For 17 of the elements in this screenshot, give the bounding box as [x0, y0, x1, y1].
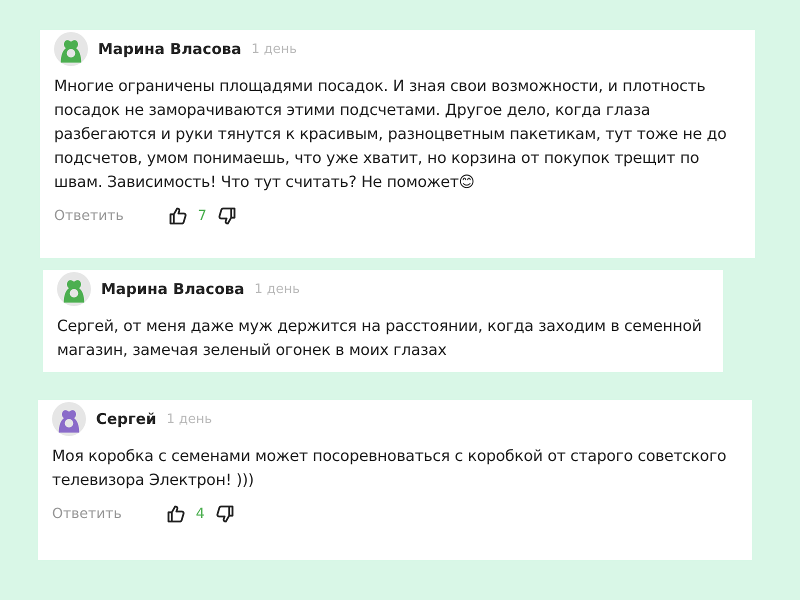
- comment-time: 1 день: [166, 412, 212, 426]
- comment-text: Сергей, от меня даже муж держится на расстоянии, когда заходим в семенной магазин, замечая зеленый огонек в моих глазах: [57, 316, 703, 361]
- comment-text: Многие ограничены площадями посадок. И зная свои возможности, и плотность посадок не заморачиваются этими подсчетами. Другое дело, когда глаза разбегаются и руки тянутся к красивым, разноцветным пакетикам, тут тоже не до подсчетов, умом понимаешь, что уже хватит, но корзина от покупок трещит по швам. Зависимость! Что тут считать? Не поможет😊: [54, 76, 728, 193]
- thumbs-up-icon[interactable]: [168, 206, 188, 226]
- thumbs-down-icon[interactable]: [216, 206, 237, 226]
- like-count: 4: [196, 506, 205, 522]
- like-count: 7: [198, 208, 207, 224]
- reply-link[interactable]: Ответить: [54, 208, 124, 224]
- comment-time: 1 день: [251, 42, 297, 56]
- thumbs-down-icon[interactable]: [214, 504, 235, 524]
- comment-text: Моя коробка с семенами может посоревноваться с коробкой от старого советского телевизора Электрон! ))): [52, 446, 728, 491]
- comment-time: 1 день: [254, 282, 300, 296]
- thumbs-up-icon[interactable]: [166, 504, 186, 524]
- author-name: Марина Власова: [98, 40, 242, 58]
- reply-link[interactable]: Ответить: [52, 506, 122, 522]
- author-name: Марина Власова: [101, 280, 244, 298]
- author-name: Сергей: [96, 410, 156, 428]
